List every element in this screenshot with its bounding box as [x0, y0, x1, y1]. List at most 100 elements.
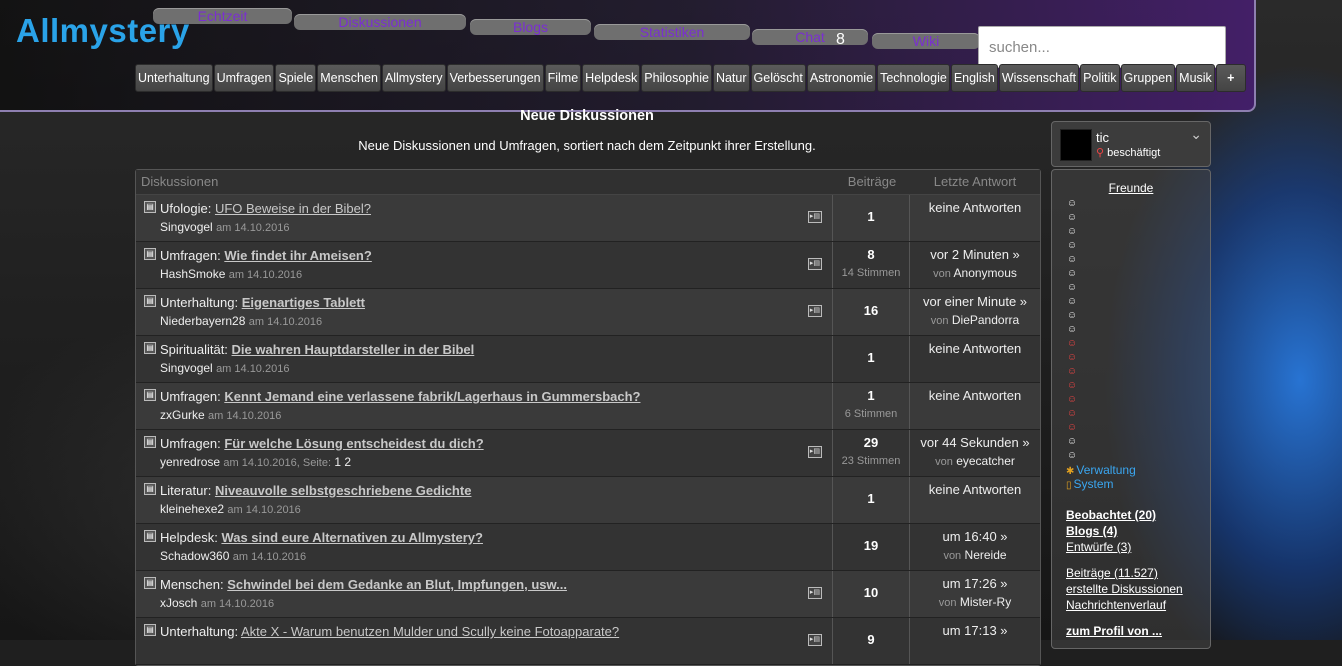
- discussion-author[interactable]: yenredrose: [160, 455, 220, 469]
- friend-online-icon[interactable]: ☺: [1066, 393, 1078, 407]
- link-beobachtet[interactable]: Beobachtet (20): [1066, 508, 1156, 522]
- discussion-author[interactable]: Singvogel: [160, 220, 213, 234]
- table-row[interactable]: ▤ Unterhaltung: Eigenartiges Tablett Niede…: [136, 289, 1040, 336]
- last-reply-time[interactable]: vor 2 Minuten »: [910, 247, 1040, 262]
- discussion-title-link[interactable]: Was sind eure Alternativen zu Allmystery…: [221, 530, 483, 545]
- table-row[interactable]: ▤ Spiritualität: Die wahren Hauptdarstell…: [136, 336, 1040, 383]
- last-reply-time[interactable]: um 16:40 »: [910, 529, 1040, 544]
- last-reply-user[interactable]: eyecatcher: [956, 454, 1015, 468]
- cat-verbesserungen[interactable]: Verbesserungen: [446, 64, 544, 92]
- discussion-title-link[interactable]: Eigenartiges Tablett: [242, 295, 365, 310]
- link-entwuerfe[interactable]: Entwürfe (3): [1066, 540, 1131, 554]
- tab-statistiken[interactable]: Statistiken: [594, 24, 750, 40]
- friend-online-icon[interactable]: ☺: [1066, 337, 1078, 351]
- last-reply-user[interactable]: DiePandorra: [952, 313, 1019, 327]
- cat-astronomie[interactable]: Astronomie: [806, 64, 877, 92]
- friends-title[interactable]: Freunde: [1052, 181, 1210, 195]
- cat-english[interactable]: English: [950, 64, 998, 92]
- tab-wiki[interactable]: Wiki: [872, 33, 980, 49]
- table-row[interactable]: ▤ Unterhaltung: Akte X - Warum benutzen M…: [136, 618, 1040, 665]
- user-box[interactable]: tic ⚲ beschäftigt ⌄: [1051, 121, 1211, 167]
- avatar[interactable]: [1060, 129, 1092, 161]
- tab-blogs[interactable]: Blogs: [470, 19, 591, 35]
- cat-filme[interactable]: Filme: [544, 64, 582, 92]
- discussion-author[interactable]: zxGurke: [160, 408, 205, 422]
- discussion-author[interactable]: Singvogel: [160, 361, 213, 375]
- link-beitraege[interactable]: Beiträge (11.527): [1066, 566, 1158, 580]
- discussion-author[interactable]: Schadow360: [160, 549, 229, 563]
- table-row[interactable]: ▤ Helpdesk: Was sind eure Alternativen zu…: [136, 524, 1040, 571]
- discussion-title-link[interactable]: Niveauvolle selbstgeschriebene Gedichte: [215, 483, 472, 498]
- cat-natur[interactable]: Natur: [712, 64, 750, 92]
- friend-online-icon[interactable]: ☺: [1066, 225, 1078, 239]
- last-reply-user[interactable]: Mister-Ry: [960, 595, 1011, 609]
- friend-online-icon[interactable]: ☺: [1066, 197, 1078, 211]
- discussion-title-link[interactable]: Kennt Jemand eine verlassene fabrik/Lage…: [224, 389, 640, 404]
- friend-online-icon[interactable]: ☺: [1066, 435, 1078, 449]
- last-reply-time[interactable]: keine Antworten: [910, 482, 1040, 497]
- cat-menschen[interactable]: Menschen: [317, 64, 381, 92]
- friend-online-icon[interactable]: ☺: [1066, 407, 1078, 421]
- system-link[interactable]: ▯ System: [1066, 477, 1114, 491]
- link-erstellte-diskussionen[interactable]: erstellte Diskussionen: [1066, 582, 1183, 596]
- table-row[interactable]: ▤ Menschen: Schwindel bei dem Gedanke an …: [136, 571, 1040, 618]
- friend-online-icon[interactable]: ☺: [1066, 421, 1078, 435]
- tab-echtzeit[interactable]: Echtzeit: [153, 8, 292, 24]
- table-row[interactable]: ▤ Umfragen: Wie findet ihr Ameisen? HashSm…: [136, 242, 1040, 289]
- friend-online-icon[interactable]: ☺: [1066, 379, 1078, 393]
- friend-online-icon[interactable]: ☺: [1066, 323, 1078, 337]
- table-row[interactable]: ▤ Ufologie: UFO Beweise in der Bibel? Sing…: [136, 195, 1040, 242]
- new-posts-icon[interactable]: ▸▤: [808, 258, 822, 270]
- cat-wissenschaft[interactable]: Wissenschaft: [998, 64, 1080, 92]
- new-posts-icon[interactable]: ▸▤: [808, 587, 822, 599]
- cat-umfragen[interactable]: Umfragen: [213, 64, 275, 92]
- search-input[interactable]: [978, 26, 1226, 68]
- cat-unterhaltung[interactable]: Unterhaltung: [135, 64, 213, 92]
- new-posts-icon[interactable]: ▸▤: [808, 305, 822, 317]
- last-reply-time[interactable]: keine Antworten: [910, 200, 1040, 215]
- cat-musik[interactable]: Musik: [1176, 64, 1215, 92]
- last-reply-time[interactable]: vor 44 Sekunden »: [910, 435, 1040, 450]
- table-row[interactable]: ▤ Literatur: Niveauvolle selbstgeschriebe…: [136, 477, 1040, 524]
- discussion-author[interactable]: Niederbayern28: [160, 314, 245, 328]
- discussion-author[interactable]: HashSmoke: [160, 267, 225, 281]
- chevron-down-icon[interactable]: ⌄: [1190, 126, 1202, 143]
- tab-chat[interactable]: Chat: [752, 29, 868, 45]
- friend-online-icon[interactable]: ☺: [1066, 239, 1078, 253]
- last-reply-user[interactable]: Anonymous: [954, 266, 1017, 280]
- last-reply-user[interactable]: Nereide: [965, 548, 1007, 562]
- table-row[interactable]: ▤ Umfragen: Für welche Lösung entscheides…: [136, 430, 1040, 477]
- last-reply-time[interactable]: um 17:13 »: [910, 623, 1040, 638]
- discussion-author[interactable]: kleinehexe2: [160, 502, 224, 516]
- verwaltung-link[interactable]: ✱ Verwaltung: [1066, 463, 1136, 477]
- last-reply-time[interactable]: um 17:26 »: [910, 576, 1040, 591]
- cat-geloescht[interactable]: Gelöscht: [750, 64, 806, 92]
- new-posts-icon[interactable]: ▸▤: [808, 211, 822, 223]
- friend-online-icon[interactable]: ☺: [1066, 253, 1078, 267]
- last-reply-time[interactable]: vor einer Minute »: [910, 294, 1040, 309]
- cat-spiele[interactable]: Spiele: [275, 64, 317, 92]
- friend-online-icon[interactable]: ☺: [1066, 365, 1078, 379]
- cat-more-button[interactable]: +: [1215, 64, 1246, 92]
- discussion-author[interactable]: xJosch: [160, 596, 197, 610]
- tab-diskussionen[interactable]: Diskussionen: [294, 14, 466, 30]
- last-reply-time[interactable]: keine Antworten: [910, 388, 1040, 403]
- discussion-title-link[interactable]: Die wahren Hauptdarsteller in der Bibel: [232, 342, 475, 357]
- friend-online-icon[interactable]: ☺: [1066, 281, 1078, 295]
- discussion-title-link[interactable]: UFO Beweise in der Bibel?: [215, 201, 371, 216]
- cat-technologie[interactable]: Technologie: [877, 64, 950, 92]
- cat-politik[interactable]: Politik: [1080, 64, 1120, 92]
- discussion-title-link[interactable]: Wie findet ihr Ameisen?: [224, 248, 371, 263]
- last-reply-time[interactable]: keine Antworten: [910, 341, 1040, 356]
- discussion-pages[interactable]: 1 2: [334, 455, 351, 469]
- friend-online-icon[interactable]: ☺: [1066, 211, 1078, 225]
- cat-philosophie[interactable]: Philosophie: [641, 64, 712, 92]
- friend-online-icon[interactable]: ☺: [1066, 295, 1078, 309]
- link-blogs[interactable]: Blogs (4): [1066, 524, 1117, 538]
- new-posts-icon[interactable]: ▸▤: [808, 634, 822, 646]
- cat-gruppen[interactable]: Gruppen: [1120, 64, 1176, 92]
- friend-online-icon[interactable]: ☺: [1066, 351, 1078, 365]
- table-row[interactable]: ▤ Umfragen: Kennt Jemand eine verlassene …: [136, 383, 1040, 430]
- discussion-title-link[interactable]: Akte X - Warum benutzen Mulder und Scull…: [241, 624, 619, 639]
- discussion-title-link[interactable]: Schwindel bei dem Gedanke an Blut, Impfu…: [227, 577, 567, 592]
